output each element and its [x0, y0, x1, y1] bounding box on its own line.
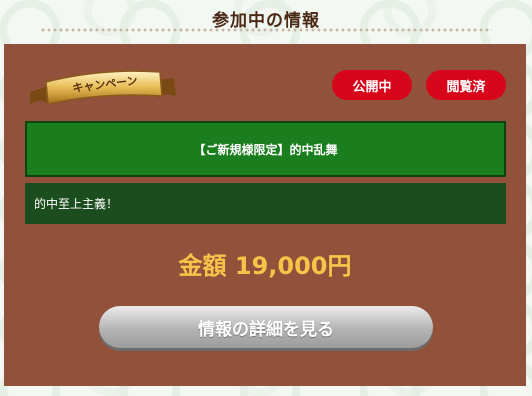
dotted-divider: [40, 28, 492, 32]
section-header: 参加中の情報: [0, 0, 532, 44]
campaign-description-box: 的中至上主義！: [25, 183, 506, 224]
price-amount: 金額 19,000円: [178, 252, 352, 280]
campaign-panel: キャンペーン 公開中 閲覧済 【ご新規様限定】的中乱舞 的中至上主義！ 金額 1…: [4, 44, 526, 386]
campaign-title: 【ご新規様限定】的中乱舞: [193, 142, 338, 157]
campaign-title-box: 【ご新規様限定】的中乱舞: [25, 121, 506, 177]
campaign-description: 的中至上主義！: [34, 197, 119, 211]
campaign-ribbon-badge: キャンペーン: [26, 66, 178, 108]
public-status-button[interactable]: 公開中: [332, 70, 412, 100]
viewed-status-button[interactable]: 閲覧済: [426, 70, 506, 100]
view-details-button[interactable]: 情報の詳細を見る: [99, 306, 433, 348]
